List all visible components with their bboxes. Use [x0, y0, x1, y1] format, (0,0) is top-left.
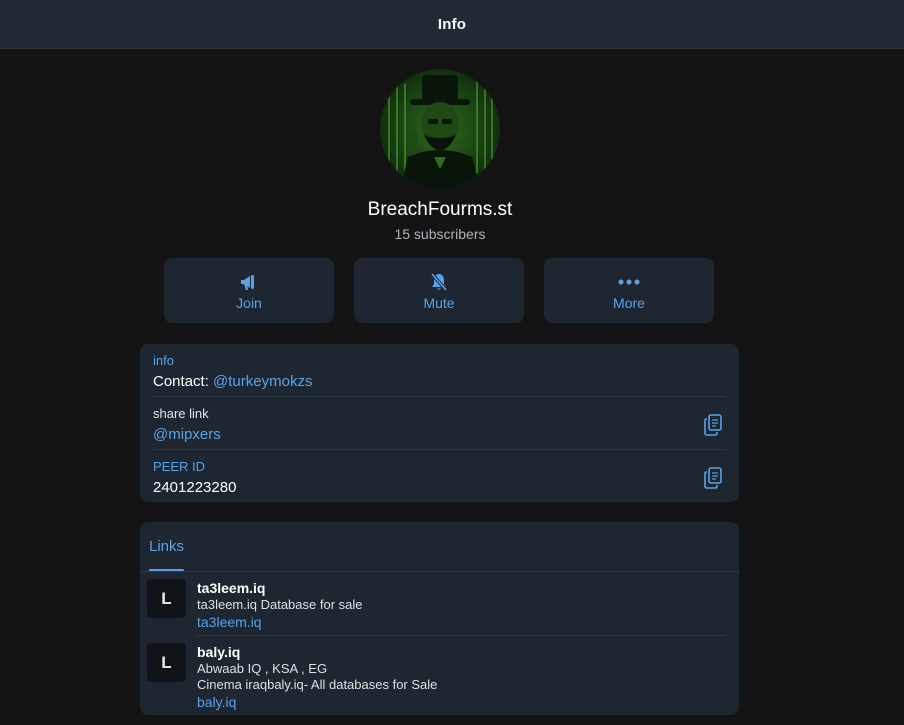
- top-bar: Info: [0, 0, 904, 49]
- channel-avatar[interactable]: [380, 69, 500, 189]
- link-url[interactable]: ta3leem.iq: [197, 614, 262, 630]
- link-thumbnail: L: [147, 643, 186, 682]
- link-description: ta3leem.iq Database for sale: [197, 597, 363, 612]
- channel-name: BreachFourms.st: [367, 199, 513, 220]
- link-description: Cinema iraqbaly.iq- All databases for Sa…: [197, 677, 438, 692]
- link-url[interactable]: baly.iq: [197, 694, 236, 710]
- peer-id-value: 2401223280: [153, 479, 237, 496]
- link-title: baly.iq: [197, 644, 241, 660]
- mute-label: Mute: [423, 294, 455, 311]
- contact-handle-link[interactable]: @turkeymokzs: [213, 373, 312, 390]
- link-title: ta3leem.iq: [197, 580, 266, 596]
- more-button[interactable]: More: [544, 258, 714, 323]
- more-dots-icon: [618, 271, 640, 293]
- subscriber-count: 15 subscribers: [394, 226, 486, 242]
- contact-text: Contact: @turkeymokzs: [153, 373, 312, 390]
- contact-prefix: Contact:: [153, 373, 214, 390]
- links-card: Links L ta3leem.iq ta3leem.iq Database f…: [140, 522, 739, 715]
- page-title: Info: [437, 15, 467, 33]
- list-item[interactable]: L baly.iq Abwaab IQ , KSA , EG Cinema ir…: [140, 636, 739, 715]
- divider: [153, 396, 726, 397]
- more-label: More: [613, 294, 645, 311]
- avatar-image: [380, 69, 500, 189]
- tab-links[interactable]: Links: [149, 538, 184, 555]
- copy-icon[interactable]: [703, 467, 723, 489]
- info-section-label: info: [153, 353, 174, 368]
- list-item[interactable]: L ta3leem.iq ta3leem.iq Database for sal…: [140, 572, 739, 635]
- link-description: Abwaab IQ , KSA , EG: [197, 661, 328, 676]
- copy-icon[interactable]: [703, 414, 723, 436]
- join-label: Join: [236, 294, 262, 311]
- link-thumbnail: L: [147, 579, 186, 618]
- mute-button[interactable]: Mute: [354, 258, 524, 323]
- info-card: info Contact: @turkeymokzs share link @m…: [140, 344, 739, 502]
- megaphone-icon: [239, 271, 259, 293]
- divider: [153, 449, 726, 450]
- share-link-label: share link: [153, 406, 209, 421]
- bell-slash-icon: [429, 271, 449, 293]
- peer-id-label: PEER ID: [153, 459, 206, 474]
- share-link-value[interactable]: @mipxers: [153, 426, 221, 443]
- join-button[interactable]: Join: [164, 258, 334, 323]
